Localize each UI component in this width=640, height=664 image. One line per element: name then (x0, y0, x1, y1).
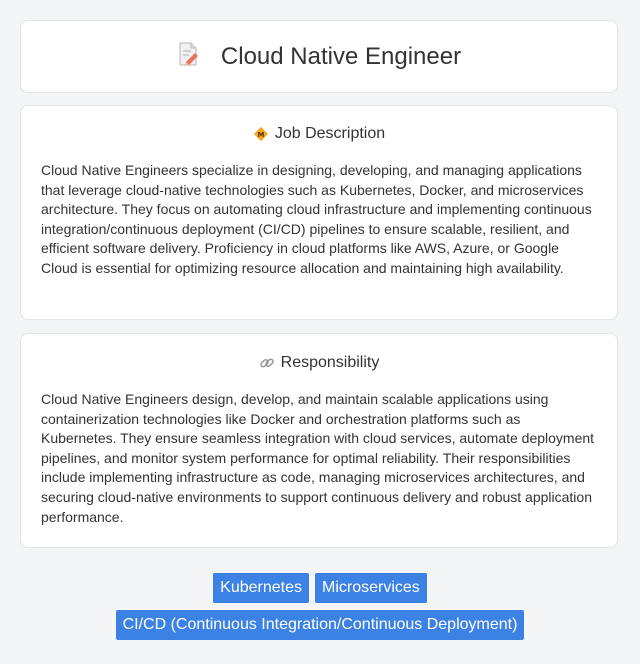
responsibility-text: Cloud Native Engineers design, develop, … (41, 391, 595, 525)
page-title: Cloud Native Engineer (220, 42, 462, 70)
badge-icon: M (253, 126, 269, 142)
job-description-header: M Job Description (41, 125, 597, 143)
tag-microservices[interactable]: Microservices (315, 573, 427, 603)
responsibility-header: Responsibility (41, 354, 597, 372)
responsibility-heading: Responsibility (280, 354, 380, 371)
document-pencil-icon (177, 41, 201, 72)
responsibility-card: Responsibility Cloud Native Engineers de… (20, 333, 618, 548)
tag-kubernetes[interactable]: Kubernetes (213, 573, 310, 603)
job-description-text: Cloud Native Engineers specialize in des… (41, 162, 592, 276)
job-description-heading: Job Description (274, 125, 386, 142)
svg-text:M: M (257, 131, 264, 139)
link-icon (259, 355, 275, 371)
tag-cicd[interactable]: CI/CD (Continuous Integration/Continuous… (115, 610, 525, 640)
tag-list: Kubernetes Microservices CI/CD (Continuo… (0, 573, 640, 647)
title-card: Cloud Native Engineer (20, 20, 618, 93)
job-description-card: M Job Description Cloud Native Engineers… (20, 105, 618, 320)
